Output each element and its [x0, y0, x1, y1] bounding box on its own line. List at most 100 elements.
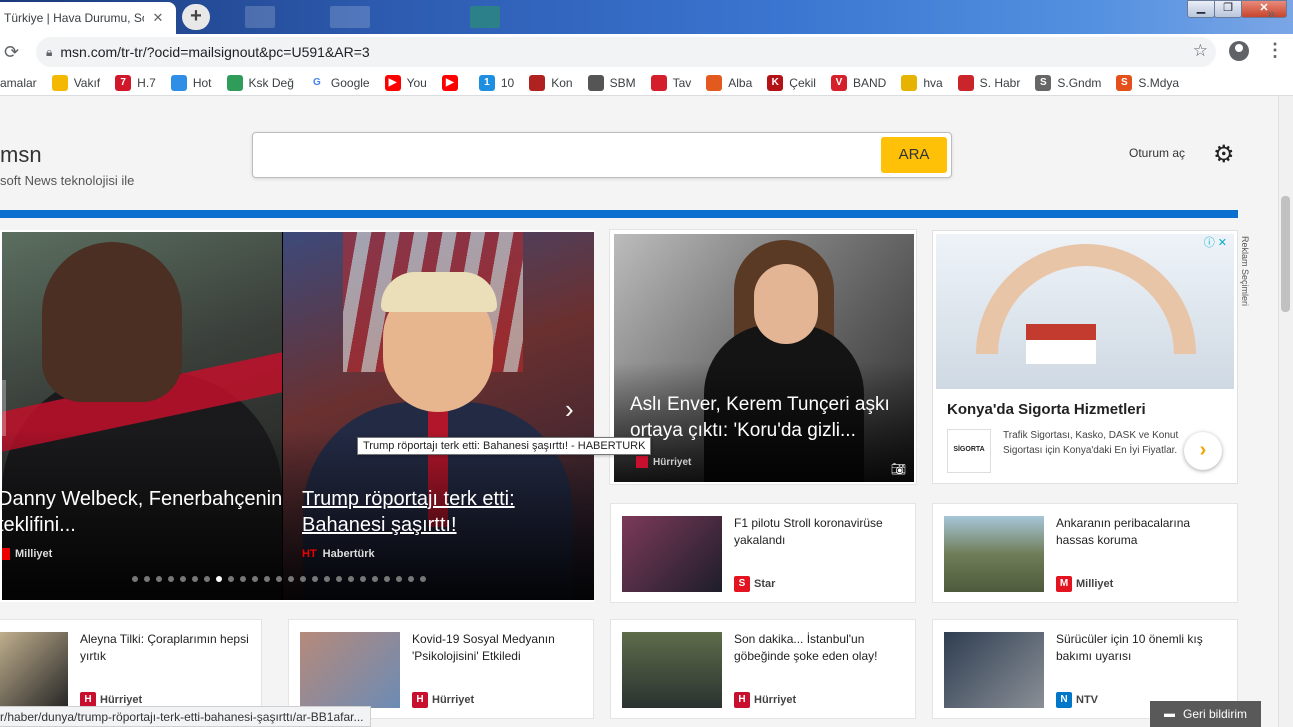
carousel-dot[interactable] [336, 576, 342, 582]
news-thumbnail[interactable] [0, 632, 68, 708]
feature-card[interactable]: Aslı Enver, Kerem Tunçeri aşkı ortaya çı… [610, 230, 916, 484]
news-thumbnail[interactable] [622, 516, 722, 592]
news-title[interactable]: Sürücüler için 10 önemli kış bakımı uyar… [1056, 631, 1228, 665]
carousel-dot[interactable] [348, 576, 354, 582]
bookmark-item[interactable]: G Google [308, 74, 370, 91]
bookmark-item[interactable]: Alba [706, 74, 752, 91]
news-title[interactable]: Ankaranın peribacalarına hassas koruma [1056, 515, 1228, 549]
news-card[interactable]: Son dakika... İstanbul'un göbeğinde şoke… [610, 619, 916, 719]
news-thumbnail[interactable] [622, 632, 722, 708]
news-card[interactable]: Aleyna Tilki: Çoraplarımın hepsi yırtık H… [0, 619, 262, 719]
bookmark-item[interactable]: ▶ You [384, 74, 427, 91]
carousel-dot[interactable] [228, 576, 234, 582]
carousel-dot[interactable] [312, 576, 318, 582]
bookmark-item[interactable]: S S.Gndm [1035, 74, 1101, 91]
bookmark-item[interactable]: Tav [650, 74, 691, 91]
news-title[interactable]: Kovid-19 Sosyal Medyanın 'Psikolojisini'… [412, 631, 584, 665]
bookmark-item[interactable]: 1 10 [478, 74, 514, 91]
tab-close-icon[interactable]: ✕ [150, 10, 166, 26]
news-thumbnail[interactable] [944, 516, 1044, 592]
bookmark-item[interactable]: SBM [587, 74, 636, 91]
carousel-prev-button[interactable] [0, 380, 6, 436]
carousel-dot[interactable] [252, 576, 258, 582]
news-card[interactable]: Kovid-19 Sosyal Medyanın 'Psikolojisini'… [288, 619, 594, 719]
carousel-dot[interactable] [396, 576, 402, 582]
smdya-icon: S [1116, 74, 1133, 91]
ad-choices-link[interactable]: Reklam Seçimleri [1240, 236, 1250, 306]
carousel-dot[interactable] [300, 576, 306, 582]
scrollbar-thumb[interactable] [1281, 196, 1290, 312]
slide-title[interactable]: Trump röportajı terk etti: Bahanesi şaşı… [302, 486, 592, 538]
slide-title[interactable]: Danny Welbeck, Fenerbahçenin teklifini..… [2, 486, 282, 538]
lock-icon[interactable]: 🔒︎ [46, 45, 52, 60]
news-title[interactable]: Son dakika... İstanbul'un göbeğinde şoke… [734, 631, 906, 665]
msn-logo[interactable]: msn [0, 142, 42, 168]
news-thumbnail[interactable] [300, 632, 400, 708]
window-maximize-button[interactable]: ❐ [1214, 0, 1242, 18]
bookmark-item[interactable]: amalar [0, 76, 37, 90]
carousel-dot[interactable] [168, 576, 174, 582]
bookmark-item[interactable]: ▶ [441, 74, 464, 91]
bookmarks-overflow-icon[interactable]: » [1267, 5, 1275, 21]
feature-image[interactable] [614, 234, 914, 482]
feedback-button[interactable]: ▬ Geri bildirim [1150, 701, 1261, 727]
carousel-slide[interactable]: Danny Welbeck, Fenerbahçenin teklifini..… [2, 232, 282, 600]
feature-title[interactable]: Aslı Enver, Kerem Tunçeri aşkı ortaya çı… [630, 392, 910, 444]
page-scrollbar[interactable]: ▲ [1278, 96, 1293, 727]
settings-gear-icon[interactable]: ⚙ [1213, 140, 1235, 169]
carousel-slide[interactable]: Trump röportajı terk etti: Bahanesi şaşı… [283, 232, 594, 600]
browser-menu-icon[interactable]: ⋮ [1266, 40, 1284, 61]
carousel-dot[interactable] [132, 576, 138, 582]
url-text[interactable]: msn.com/tr-tr/?ocid=mailsignout&pc=U591&… [60, 44, 369, 60]
ad-arrow-button[interactable]: › [1184, 432, 1222, 470]
carousel-dot[interactable] [288, 576, 294, 582]
carousel-dot[interactable] [192, 576, 198, 582]
bookmark-item[interactable]: S. Habr [957, 74, 1021, 91]
news-card[interactable]: Ankaranın peribacalarına hassas koruma M M… [932, 503, 1238, 603]
ad-info-icon[interactable]: ⓘ ✕ [1204, 234, 1227, 250]
carousel-dot[interactable] [156, 576, 162, 582]
carousel-dot[interactable] [420, 576, 426, 582]
carousel-dot[interactable] [204, 576, 210, 582]
window-minimize-button[interactable]: ▁ [1187, 0, 1215, 18]
bookmark-item[interactable]: K Çekil [767, 74, 816, 91]
browser-tab[interactable]: Türkiye | Hava Durumu, Son ✕ [0, 2, 176, 34]
bookmark-item[interactable]: hva [901, 74, 943, 91]
search-button[interactable]: ARA [881, 137, 947, 173]
carousel-dot[interactable] [216, 576, 222, 582]
carousel-dot[interactable] [264, 576, 270, 582]
bookmark-item[interactable]: Hot [170, 74, 212, 91]
carousel-dot[interactable] [180, 576, 186, 582]
carousel-dot[interactable] [360, 576, 366, 582]
bookmark-item[interactable]: S S.Mdya [1116, 74, 1179, 91]
carousel-dot[interactable] [276, 576, 282, 582]
carousel-dot[interactable] [324, 576, 330, 582]
news-title[interactable]: Aleyna Tilki: Çoraplarımın hepsi yırtık [80, 631, 252, 665]
window-close-button[interactable]: ✕ [1241, 0, 1287, 18]
carousel-next-button[interactable]: › [565, 394, 574, 425]
carousel-dot[interactable] [240, 576, 246, 582]
reload-icon[interactable]: ⟳ [4, 42, 19, 63]
news-card[interactable]: F1 pilotu Stroll koronavirüse yakalandı S… [610, 503, 916, 603]
bookmark-label: S. Habr [979, 75, 1021, 90]
news-carousel[interactable]: Danny Welbeck, Fenerbahçenin teklifini..… [0, 230, 594, 602]
carousel-dot[interactable] [144, 576, 150, 582]
carousel-dot[interactable] [384, 576, 390, 582]
bookmark-item[interactable]: Ksk Değ [226, 74, 294, 91]
profile-avatar-icon[interactable] [1229, 41, 1249, 61]
search-input[interactable]: ARA [252, 132, 952, 178]
bookmark-item[interactable]: 7 H.7 [115, 74, 156, 91]
news-title[interactable]: F1 pilotu Stroll koronavirüse yakalandı [734, 515, 906, 549]
ad-image[interactable] [936, 234, 1234, 389]
bookmark-item[interactable]: Kon [529, 74, 573, 91]
new-tab-button[interactable]: + [182, 4, 210, 30]
bookmark-star-icon[interactable]: ☆ [1193, 41, 1208, 61]
carousel-dot[interactable] [408, 576, 414, 582]
news-thumbnail[interactable] [944, 632, 1044, 708]
carousel-dot[interactable] [372, 576, 378, 582]
ad-title[interactable]: Konya'da Sigorta Hizmetleri [947, 401, 1146, 418]
omnibox[interactable]: 🔒︎ msn.com/tr-tr/?ocid=mailsignout&pc=U5… [36, 37, 1216, 67]
bookmark-item[interactable]: Vakıf [51, 74, 100, 91]
bookmark-item[interactable]: V BAND [830, 74, 886, 91]
signin-link[interactable]: Oturum aç [1129, 146, 1185, 160]
